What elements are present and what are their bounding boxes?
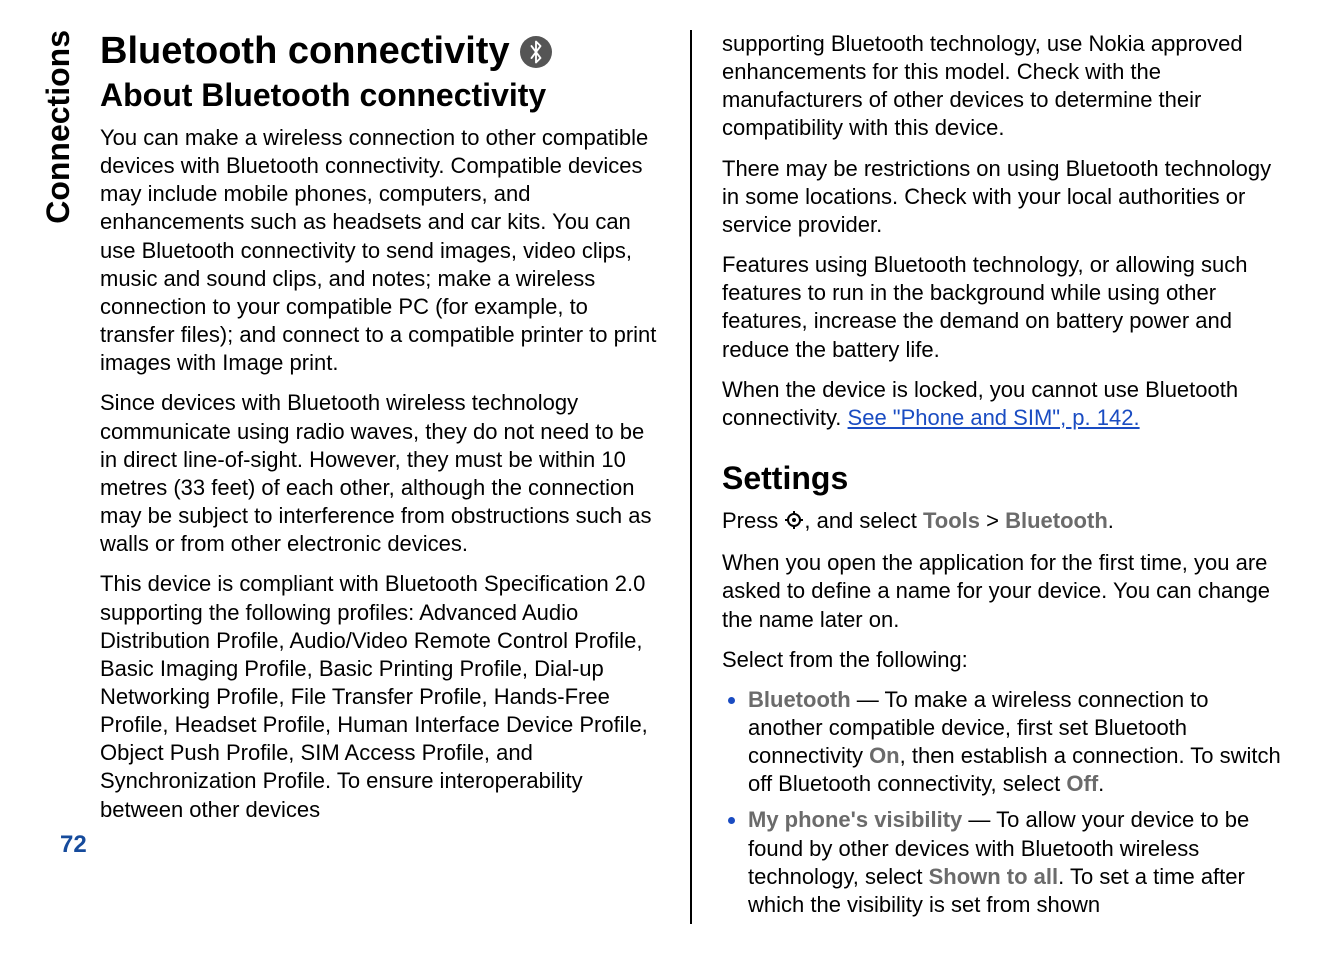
page-number: 72 bbox=[60, 831, 87, 859]
body-paragraph: This device is compliant with Bluetooth … bbox=[100, 570, 660, 823]
body-paragraph: Since devices with Bluetooth wireless te… bbox=[100, 389, 660, 558]
body-text: > bbox=[980, 508, 1005, 533]
body-text: , and select bbox=[804, 508, 923, 533]
body-paragraph: When the device is locked, you cannot us… bbox=[722, 376, 1282, 432]
body-paragraph: Features using Bluetooth technology, or … bbox=[722, 251, 1282, 364]
body-paragraph: There may be restrictions on using Bluet… bbox=[722, 155, 1282, 239]
body-paragraph: When you open the application for the fi… bbox=[722, 549, 1282, 633]
right-column: supporting Bluetooth technology, use Nok… bbox=[722, 30, 1282, 924]
option-value: On bbox=[869, 743, 900, 768]
section-side-label: Connections bbox=[40, 30, 77, 224]
subheading-settings: Settings bbox=[722, 460, 1282, 497]
body-paragraph: You can make a wireless connection to ot… bbox=[100, 124, 660, 377]
option-label: My phone's visibility bbox=[748, 807, 962, 832]
menu-path-label: Tools bbox=[923, 508, 980, 533]
body-text: Press bbox=[722, 508, 784, 533]
option-value: Off bbox=[1066, 771, 1098, 796]
list-item: My phone's visibility — To allow your de… bbox=[748, 806, 1282, 919]
manual-page: Connections 72 Bluetooth connectivity Ab… bbox=[0, 0, 1322, 954]
cross-reference-link[interactable]: See "Phone and SIM", p. 142. bbox=[848, 405, 1140, 430]
title-text: Bluetooth connectivity bbox=[100, 30, 510, 73]
options-list: Bluetooth — To make a wireless connectio… bbox=[722, 686, 1282, 919]
body-paragraph: Press , and select Tools > Bluetooth. bbox=[722, 507, 1282, 537]
column-divider bbox=[690, 30, 692, 924]
body-text: . bbox=[1108, 508, 1114, 533]
list-item: Bluetooth — To make a wireless connectio… bbox=[748, 686, 1282, 799]
body-paragraph: supporting Bluetooth technology, use Nok… bbox=[722, 30, 1282, 143]
menu-key-icon bbox=[784, 509, 804, 537]
page-title: Bluetooth connectivity bbox=[100, 30, 660, 73]
subheading-about: About Bluetooth connectivity bbox=[100, 77, 660, 114]
option-label: Bluetooth bbox=[748, 687, 851, 712]
bluetooth-icon bbox=[520, 36, 552, 68]
option-value: Shown to all bbox=[929, 864, 1059, 889]
body-paragraph: Select from the following: bbox=[722, 646, 1282, 674]
menu-path-label: Bluetooth bbox=[1005, 508, 1108, 533]
body-text: . bbox=[1098, 771, 1104, 796]
two-column-layout: Bluetooth connectivity About Bluetooth c… bbox=[100, 30, 1282, 924]
left-column: Bluetooth connectivity About Bluetooth c… bbox=[100, 30, 660, 924]
